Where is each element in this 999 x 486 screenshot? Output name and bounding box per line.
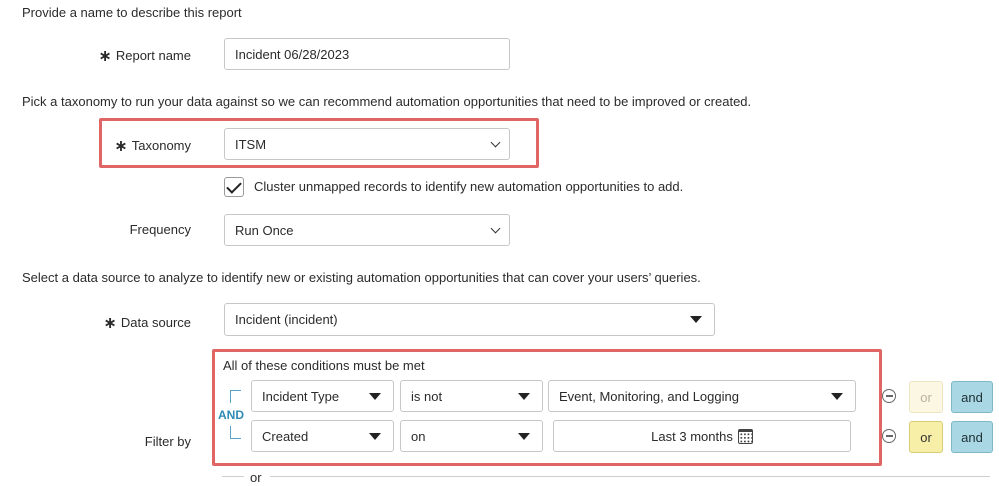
report-name-input[interactable]: Incident 06/28/2023	[224, 38, 510, 70]
condition-1-and-button[interactable]: and	[951, 381, 993, 413]
report-name-label: ∗ Report name	[60, 45, 191, 65]
report-name-value: Incident 06/28/2023	[235, 46, 350, 62]
cluster-checkbox-label: Cluster unmapped records to identify new…	[254, 179, 684, 194]
condition-2-and-button[interactable]: and	[951, 421, 993, 453]
calendar-icon[interactable]	[737, 428, 753, 444]
condition-2-date-input[interactable]: Last 3 months	[553, 420, 851, 452]
condition-2-operator-value: on	[411, 428, 426, 444]
condition-1-field-value: Incident Type	[262, 388, 340, 404]
data-source-value: Incident (incident)	[235, 312, 338, 327]
remove-condition-2-icon[interactable]	[882, 429, 896, 443]
taxonomy-instruction: Pick a taxonomy to run your data against…	[22, 94, 752, 109]
caret-down-icon	[518, 432, 530, 440]
required-mark: ∗	[103, 315, 117, 332]
condition-2-field-select[interactable]: Created	[251, 420, 394, 452]
frequency-label: Frequency	[129, 222, 191, 237]
data-source-label: ∗ Data source	[60, 312, 192, 332]
or-separator-line-left	[222, 476, 244, 477]
condition-1-value: Event, Monitoring, and Logging	[559, 388, 739, 404]
and-bracket-bottom	[230, 426, 241, 439]
condition-1-value-select[interactable]: Event, Monitoring, and Logging	[548, 380, 856, 412]
caret-down-icon	[690, 316, 702, 323]
chevron-down-icon	[490, 137, 501, 147]
required-mark: ∗	[98, 48, 112, 65]
taxonomy-label-text: Taxonomy	[131, 138, 191, 153]
condition-2-field-value: Created	[262, 428, 309, 444]
taxonomy-label: ∗ Taxonomy	[100, 135, 191, 155]
required-mark: ∗	[114, 138, 128, 155]
and-group-label: AND	[218, 408, 244, 422]
condition-1-field-select[interactable]: Incident Type	[251, 380, 394, 412]
condition-1-or-button[interactable]: or	[909, 381, 943, 413]
condition-2-or-button[interactable]: or	[909, 421, 943, 453]
cluster-checkbox[interactable]	[224, 177, 244, 197]
taxonomy-value: ITSM	[235, 136, 267, 152]
caret-down-icon	[518, 392, 530, 400]
condition-1-operator-value: is not	[411, 388, 443, 404]
filter-header: All of these conditions must be met	[223, 358, 425, 373]
data-source-label-text: Data source	[120, 315, 191, 330]
datasource-instruction: Select a data source to analyze to ident…	[22, 270, 701, 285]
frequency-select[interactable]: Run Once	[224, 214, 510, 246]
and-bracket-top	[230, 390, 241, 403]
condition-1-operator-select[interactable]: is not	[400, 380, 543, 412]
data-source-select[interactable]: Incident (incident)	[224, 303, 715, 336]
report-name-label-text: Report name	[115, 48, 191, 63]
frequency-value: Run Once	[235, 222, 294, 238]
or-separator-label: or	[250, 470, 262, 485]
taxonomy-select[interactable]: ITSM	[224, 128, 510, 160]
name-instruction: Provide a name to describe this report	[22, 5, 242, 20]
caret-down-icon	[369, 432, 381, 440]
filter-by-label: Filter by	[144, 434, 191, 449]
condition-2-value: Last 3 months	[651, 428, 733, 444]
checkmark-icon	[226, 177, 242, 194]
caret-down-icon	[369, 392, 381, 400]
chevron-down-icon	[490, 223, 501, 233]
or-separator-line-right	[270, 476, 990, 477]
condition-2-operator-select[interactable]: on	[400, 420, 543, 452]
remove-condition-1-icon[interactable]	[882, 389, 896, 403]
caret-down-icon	[831, 392, 843, 400]
